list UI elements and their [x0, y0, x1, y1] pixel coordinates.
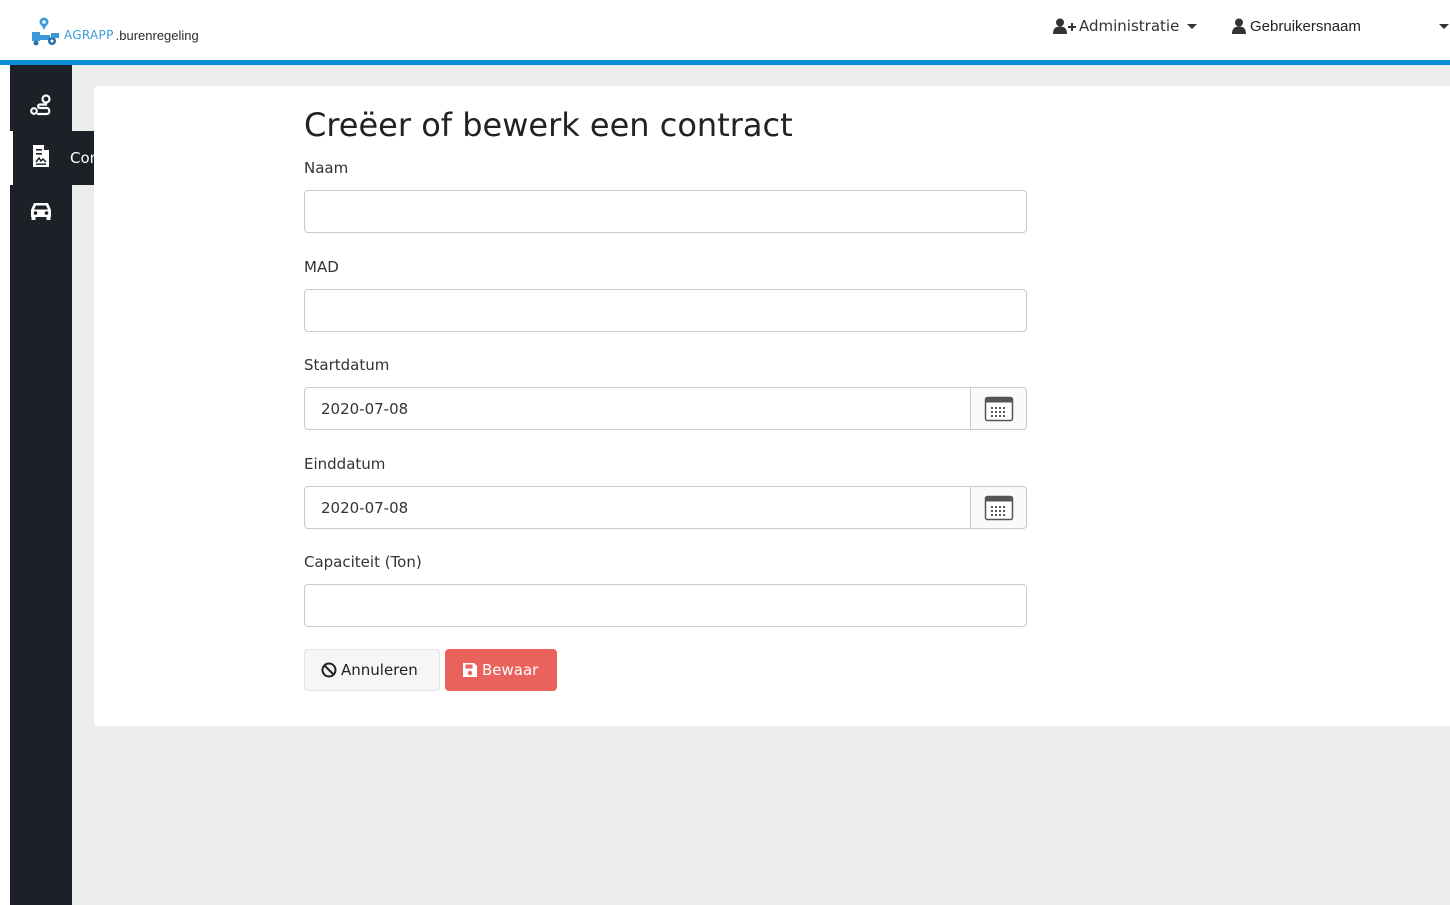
car-icon: [31, 203, 51, 220]
user-plus-icon: [1053, 18, 1076, 34]
mad-label: MAD: [304, 258, 339, 276]
app-logo[interactable]: AGRAPP .burenregeling: [30, 12, 199, 46]
cancel-label: Annuleren: [341, 661, 418, 679]
save-label: Bewaar: [482, 661, 539, 679]
page-title: Creëer of bewerk een contract: [304, 106, 793, 144]
route-icon: [30, 94, 51, 116]
startdatum-calendar-button[interactable]: [970, 388, 1026, 429]
logo-subtitle: .burenregeling: [115, 28, 199, 43]
sidebar-active-indicator: [10, 131, 13, 185]
calendar-icon: [984, 495, 1013, 520]
administratie-dropdown[interactable]: Administratie: [1053, 14, 1198, 38]
calendar-icon: [984, 396, 1013, 421]
tractor-pin-logo-icon: [32, 17, 59, 46]
save-button[interactable]: Bewaar: [445, 649, 557, 691]
user-menu[interactable]: Gebruikersnaam: [1231, 14, 1361, 38]
einddatum-input[interactable]: [305, 487, 970, 528]
capaciteit-label: Capaciteit (Ton): [304, 553, 422, 571]
top-navbar: AGRAPP .burenregeling Administratie Gebr…: [0, 0, 1450, 65]
startdatum-input[interactable]: [305, 388, 970, 429]
user-menu-chevron-icon[interactable]: [1439, 24, 1449, 29]
logo-word: AGRAPP: [64, 28, 114, 42]
startdatum-label: Startdatum: [304, 356, 390, 374]
contract-file-icon: [33, 145, 49, 167]
startdatum-field: [304, 387, 1027, 430]
cancel-button[interactable]: Annuleren: [304, 649, 440, 691]
capaciteit-input[interactable]: [304, 584, 1027, 627]
mad-input[interactable]: [304, 289, 1027, 332]
sidebar-item-car[interactable]: [10, 185, 72, 235]
naam-input[interactable]: [304, 190, 1027, 233]
administratie-label: Administratie: [1079, 17, 1180, 35]
chevron-down-icon: [1187, 23, 1198, 29]
einddatum-calendar-button[interactable]: [970, 487, 1026, 528]
username-label: Gebruikersnaam: [1250, 17, 1361, 35]
einddatum-label: Einddatum: [304, 455, 386, 473]
save-icon: [463, 663, 477, 677]
ban-icon: [321, 662, 337, 678]
naam-label: Naam: [304, 159, 349, 177]
user-icon: [1232, 18, 1246, 34]
sidebar-item-route[interactable]: [10, 81, 72, 131]
einddatum-field: [304, 486, 1027, 529]
sidebar: [10, 65, 72, 905]
